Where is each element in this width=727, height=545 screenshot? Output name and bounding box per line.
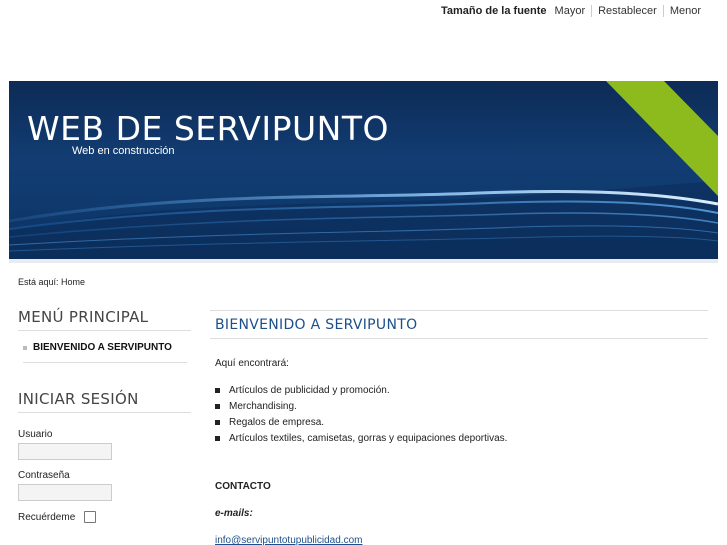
main-menu-title: MENÚ PRINCIPAL (18, 308, 191, 331)
font-size-label: Tamaño de la fuente (441, 5, 547, 17)
list-item: Artículos textiles, camisetas, gorras y … (215, 433, 708, 444)
main-content: BIENVENIDO A SERVIPUNTO Aquí encontrará:… (210, 310, 708, 545)
font-reset-link[interactable]: Restablecer (591, 5, 663, 17)
page: Tamaño de la fuente Mayor Restablecer Me… (0, 0, 727, 545)
font-bigger-link[interactable]: Mayor (555, 5, 592, 17)
username-label: Usuario (18, 429, 53, 440)
article-list: Artículos de publicidad y promoción. Mer… (215, 385, 708, 444)
breadcrumb: Está aquí: Home (18, 277, 86, 287)
password-input[interactable] (18, 484, 112, 501)
emails-label: e-mails: (215, 508, 253, 519)
list-item: Merchandising. (215, 401, 708, 412)
article-intro: Aquí encontrará: (215, 358, 289, 369)
site-title[interactable]: WEB DE SERVIPUNTO (27, 109, 389, 148)
square-bullet-icon (215, 388, 220, 393)
contact-heading: CONTACTO (215, 481, 271, 492)
font-size-bar: Tamaño de la fuente Mayor Restablecer Me… (441, 5, 707, 17)
remember-row: Recuérdeme (18, 511, 191, 523)
article-title[interactable]: BIENVENIDO A SERVIPUNTO (210, 310, 708, 339)
bullet-icon (23, 345, 27, 350)
login-title: INICIAR SESIÓN (18, 390, 191, 413)
square-bullet-icon (215, 420, 220, 425)
username-input[interactable] (18, 443, 112, 460)
font-smaller-link[interactable]: Menor (662, 5, 707, 17)
square-bullet-icon (215, 404, 220, 409)
remember-label: Recuérdeme (18, 511, 76, 523)
list-item: Regalos de empresa. (215, 417, 708, 428)
remember-checkbox[interactable] (84, 511, 97, 523)
header-banner: WEB DE SERVIPUNTO Web en construcción (9, 81, 718, 259)
left-sidebar: MENÚ PRINCIPAL BIENVENIDO A SERVIPUNTO I… (18, 308, 191, 523)
square-bullet-icon (215, 436, 220, 441)
banner-divider (9, 259, 718, 263)
green-stripe (606, 81, 718, 196)
banner-graphic (9, 81, 718, 259)
menu-item-bienvenido[interactable]: BIENVENIDO A SERVIPUNTO (23, 339, 187, 363)
site-subtitle: Web en construcción (72, 145, 175, 157)
password-label: Contraseña (18, 470, 70, 481)
menu-item-label[interactable]: BIENVENIDO A SERVIPUNTO (33, 342, 172, 353)
email-link[interactable]: info@servipuntotupublicidad.com (215, 535, 708, 545)
list-item: Artículos de publicidad y promoción. (215, 385, 708, 396)
